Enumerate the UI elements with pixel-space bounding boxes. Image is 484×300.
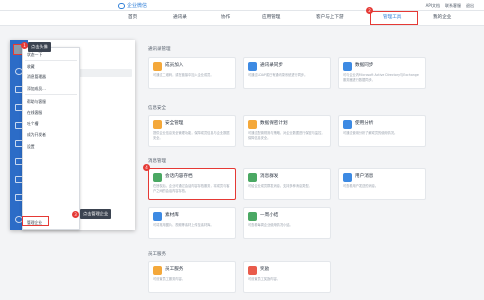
card-desc: 可给企业成员群发消息，支持多种消息类型。: [248, 184, 312, 188]
section-title-contacts: 通讯录管理: [148, 47, 171, 52]
contact-sync-icon: [248, 62, 257, 71]
card-data-privacy[interactable]: 数据保密计划 可通过配置规则与策略，对企业数据进行保密与监控，保障信息安全。: [243, 115, 331, 147]
card-rewards[interactable]: 奖励 可设置员工奖励内容。: [243, 261, 331, 293]
weekly-summary-icon: [248, 212, 257, 221]
card-desc: 可设置员工奖励内容。: [248, 277, 280, 281]
section-title-staff: 员工服务: [148, 252, 166, 257]
nav-customers[interactable]: 客户与上下游: [316, 15, 344, 21]
staff-service-icon: [153, 266, 162, 275]
user-message-icon: [343, 173, 352, 182]
nav-home[interactable]: 首页: [128, 15, 137, 21]
menu-settings[interactable]: 设置: [27, 144, 35, 149]
card-desc: 可查看每周企业使用情况小结。: [248, 223, 293, 227]
menu-add-member[interactable]: 添加成员...: [27, 86, 46, 91]
nav-contacts[interactable]: 通讯录: [173, 15, 187, 21]
step-badge-3: 3: [72, 211, 79, 218]
card-title: 使用分析: [355, 121, 374, 126]
card-usage-analysis[interactable]: 使用分析 可通过使用分析了解成员的使用情况。: [338, 115, 426, 147]
card-title: 一周小结: [260, 213, 279, 218]
top-links: API文档 联系客服 退出: [426, 2, 474, 9]
step-badge-2: 2: [366, 7, 373, 14]
nav-highlight-box: [370, 11, 418, 25]
security-icon: [153, 120, 162, 129]
card-title: 员工服务: [165, 267, 184, 272]
card-title: 奖励: [260, 267, 270, 272]
card-mass-message[interactable]: 消息群发 可给企业成员群发消息，支持多种消息类型。: [243, 168, 331, 200]
media-library-icon: [153, 212, 162, 221]
profile-menu: 状态一下 收藏 消息管理器 添加成员... 帮助与客服 在线客服 吐个槽 成为开…: [22, 47, 80, 230]
tip-manage-company: 点击管理企业: [80, 209, 112, 219]
admin-page: 企业微信 API文档 联系客服 退出 首页 通讯录 协作 应用管理 客户与上下游…: [0, 0, 484, 300]
nav-collab[interactable]: 协作: [221, 15, 230, 21]
card-desc: 可通过二维码，或在链接中加入企业成员。: [153, 73, 214, 77]
logo-text: 企业微信: [127, 3, 148, 9]
logout-link[interactable]: 退出: [466, 2, 474, 9]
card-title: 成员加入: [165, 63, 184, 68]
card-desc: 可将常用图片、视频等素材上传至素材库。: [153, 223, 214, 227]
data-privacy-icon: [248, 120, 257, 129]
step-badge-1: 1: [21, 42, 28, 49]
card-member-join[interactable]: 成员加入 可通过二维码，或在链接中加入企业成员。: [148, 57, 236, 89]
analytics-icon: [343, 120, 352, 129]
card-staff-service[interactable]: 员工服务 可设置员工服务内容。: [148, 261, 236, 293]
card-desc: 可设置员工服务内容。: [153, 277, 185, 281]
member-join-icon: [153, 62, 162, 71]
support-link[interactable]: 联系客服: [445, 2, 461, 9]
top-bar: 企业微信 API文档 联系客服 退出: [0, 0, 484, 11]
manage-company-highlight: [22, 216, 49, 226]
card-data-sync[interactable]: 数据同步 可与企业内Microsoft Active Directory与Exc…: [338, 57, 426, 89]
menu-favorites[interactable]: 收藏: [27, 64, 35, 69]
menu-developer[interactable]: 成为开发者: [27, 132, 46, 137]
card-chat-archive[interactable]: 会话内容存档 在授权后，企业可通过会话内容存档服务，将成员与客户之间的会话内容存…: [148, 168, 236, 200]
data-sync-icon: [343, 62, 352, 71]
menu-status[interactable]: 状态一下: [27, 52, 42, 57]
menu-feedback[interactable]: 吐个槽: [27, 121, 38, 126]
card-title: 数据保密计划: [260, 121, 288, 126]
card-desc: 可查看用户发送的消息。: [343, 184, 379, 188]
card-title: 消息群发: [260, 174, 279, 179]
menu-online-support[interactable]: 在线客服: [27, 110, 42, 115]
reward-icon: [248, 266, 257, 275]
nav-app-management[interactable]: 应用管理: [262, 15, 280, 21]
mass-message-icon: [248, 173, 257, 182]
card-contact-sync[interactable]: 通讯录同步 可通过LDAP或已有通讯录系统进行同步。: [243, 57, 331, 89]
logo[interactable]: 企业微信: [118, 2, 147, 10]
card-user-messages[interactable]: 用户消息 可查看用户发送的消息。: [338, 168, 426, 200]
tip-click-avatar: 点击头像: [28, 42, 51, 52]
card-desc: 可通过LDAP或已有通讯录系统进行同步。: [248, 73, 308, 77]
card-security-management[interactable]: 安全管理 提供企业信息安全管理功能，保障成员信息与企业数据安全。: [148, 115, 236, 147]
card-desc: 提供企业信息安全管理功能，保障成员信息与企业数据安全。: [153, 131, 230, 140]
menu-help[interactable]: 帮助与客服: [27, 99, 46, 104]
chat-archive-icon: [153, 173, 162, 182]
card-title: 通讯录同步: [260, 63, 283, 68]
section-title-messages: 消息管理: [148, 159, 166, 164]
card-title: 安全管理: [165, 121, 184, 126]
api-docs-link[interactable]: API文档: [426, 2, 440, 9]
card-desc: 可通过使用分析了解成员的使用情况。: [343, 131, 398, 135]
menu-divider: [25, 60, 77, 61]
nav-my-company[interactable]: 我的企业: [433, 15, 451, 21]
card-title: 素材库: [165, 213, 179, 218]
card-title: 数据同步: [355, 63, 374, 68]
wecom-logo-icon: [118, 3, 125, 9]
card-desc: 可与企业内Microsoft Active Directory与Exchange…: [343, 73, 419, 82]
card-media-library[interactable]: 素材库 可将常用图片、视频等素材上传至素材库。: [148, 207, 236, 239]
card-desc: 可通过配置规则与策略，对企业数据进行保密与监控，保障信息安全。: [248, 131, 325, 140]
section-title-security: 信息安全: [148, 106, 166, 111]
menu-message-manager[interactable]: 消息管理器: [27, 74, 46, 79]
card-desc: 在授权后，企业可通过会话内容存档服务，将成员与客户之间的会话内容存档。: [153, 184, 230, 193]
card-title: 用户消息: [355, 174, 374, 179]
menu-divider: [25, 94, 77, 95]
card-title: 会话内容存档: [165, 174, 193, 179]
card-weekly-summary[interactable]: 一周小结 可查看每周企业使用情况小结。: [243, 207, 331, 239]
step-badge-4: 4: [143, 164, 150, 171]
